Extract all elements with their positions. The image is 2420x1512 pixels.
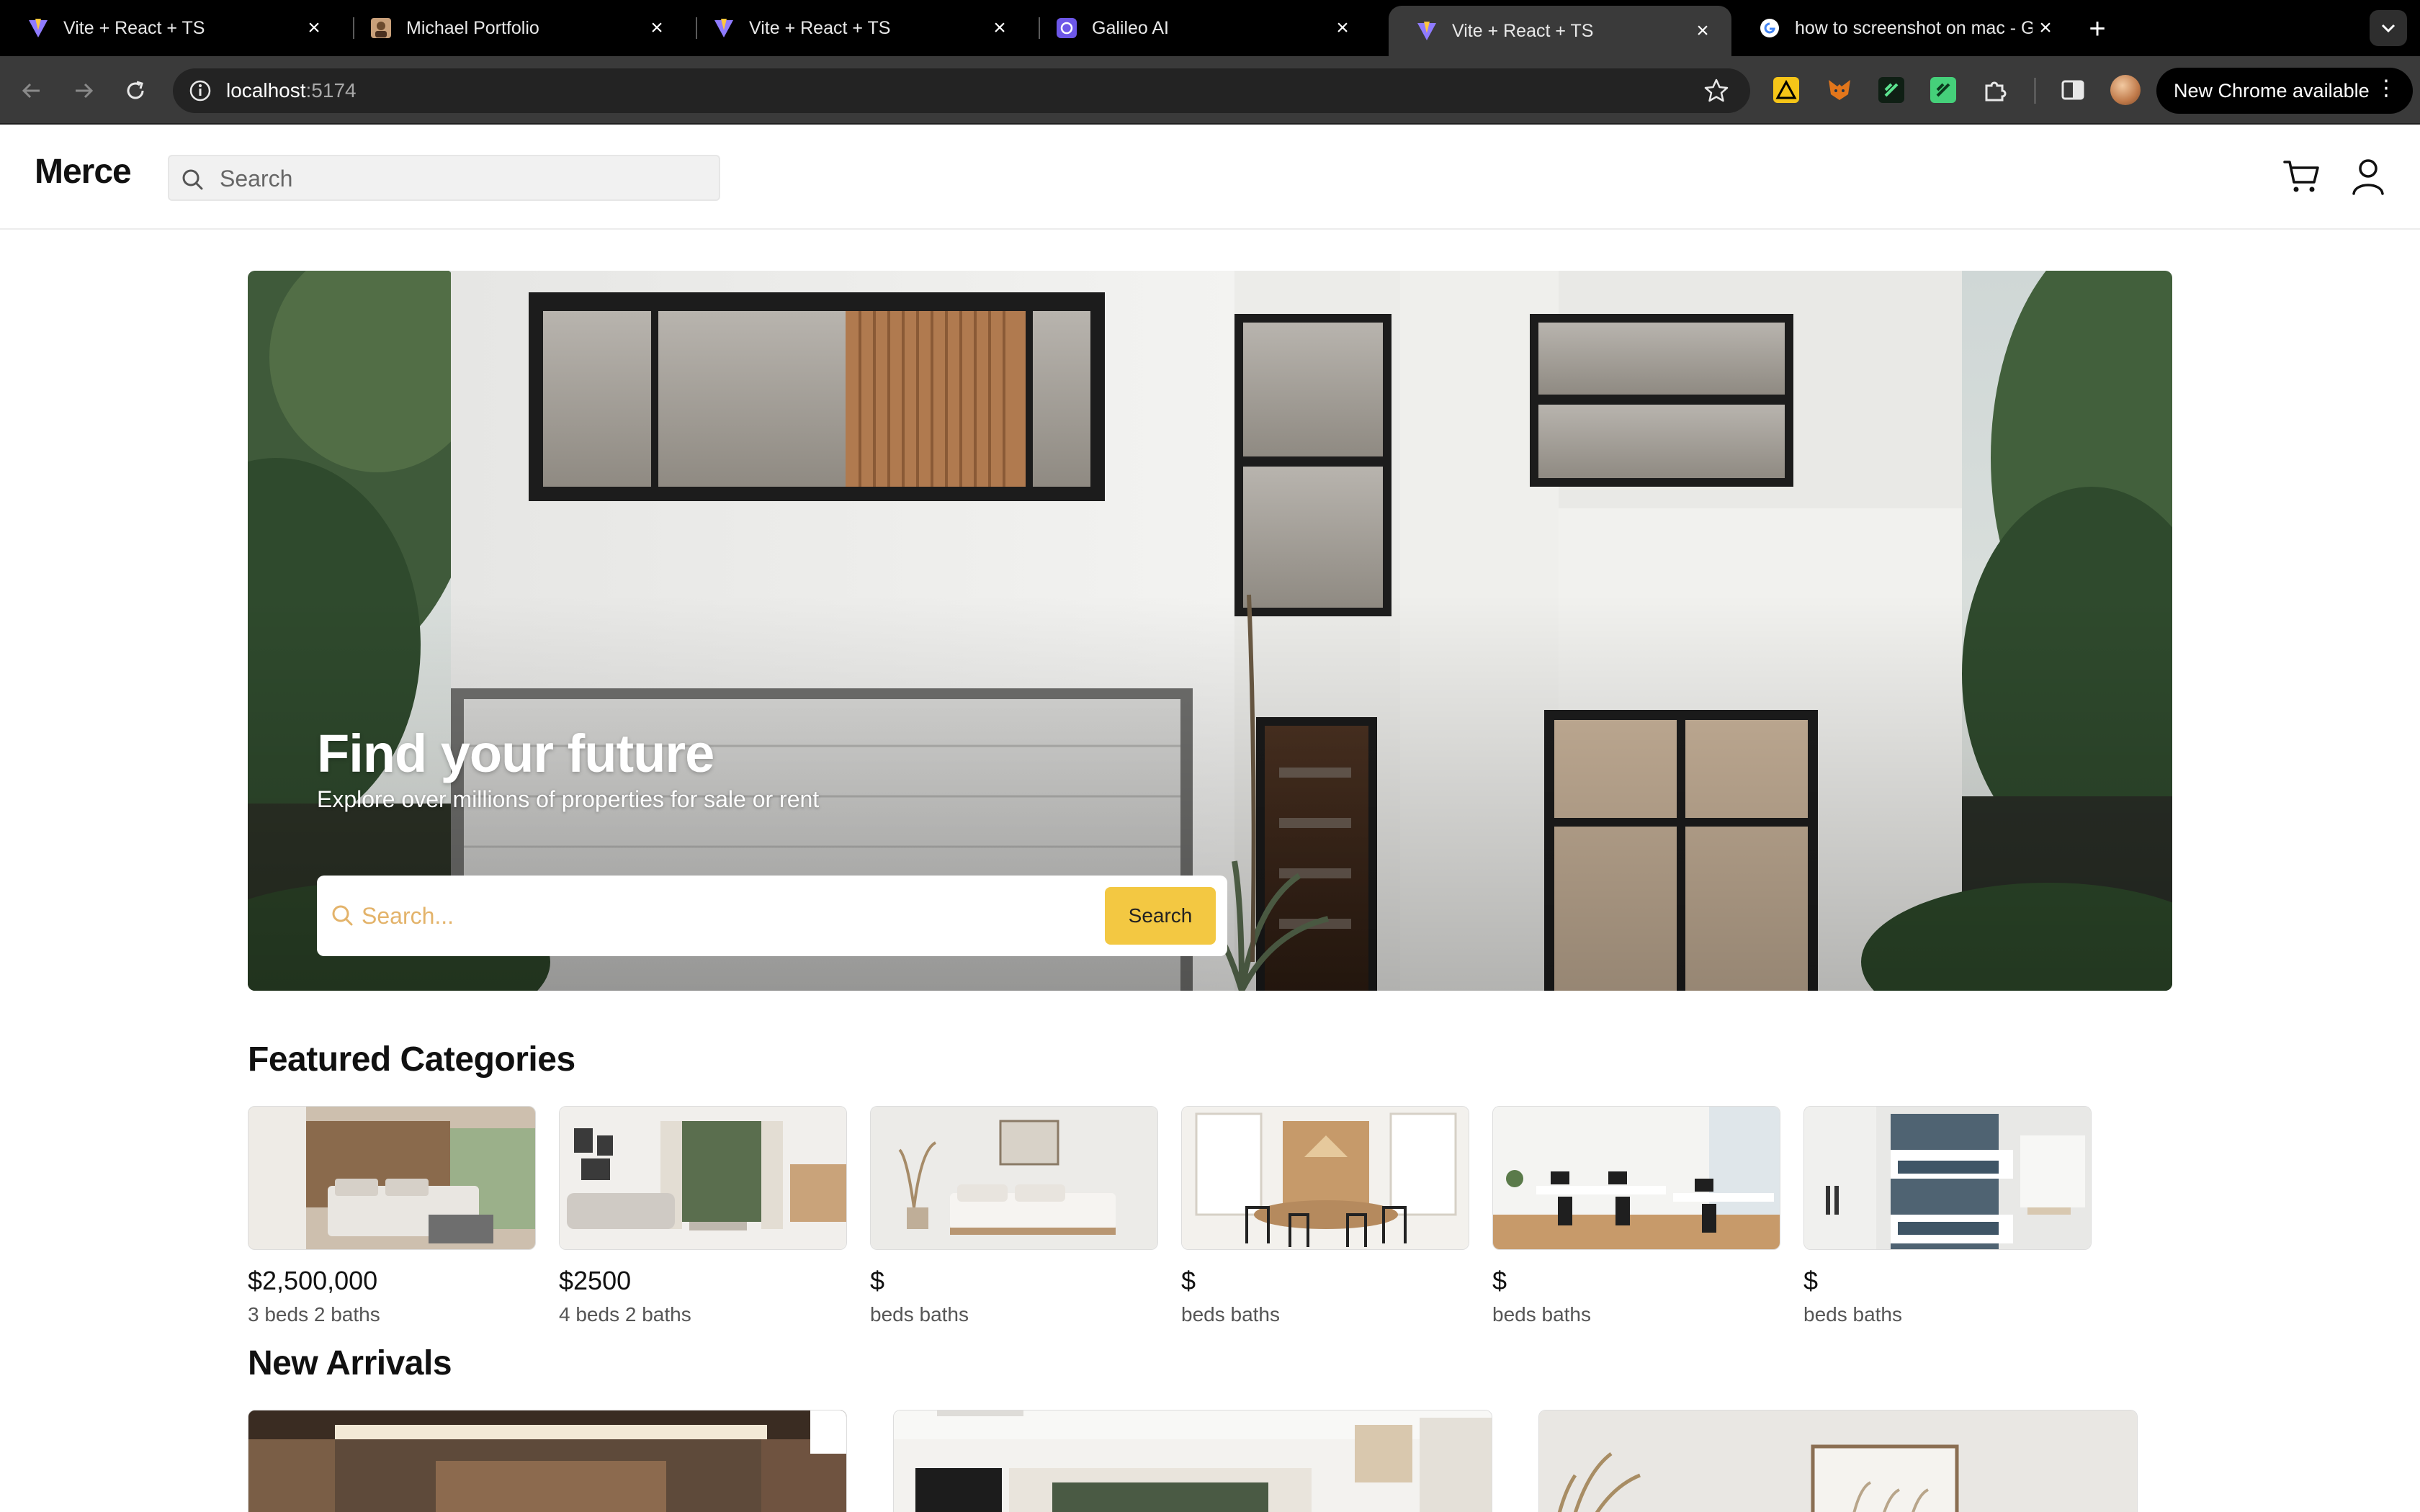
bedroom-photo[interactable] xyxy=(248,1106,536,1250)
header-search[interactable] xyxy=(168,155,720,201)
close-icon[interactable]: × xyxy=(644,15,670,41)
extension-bright-green-icon[interactable] xyxy=(1929,76,1958,104)
toolbar-separator xyxy=(2034,78,2036,104)
category-meta: 3 beds 2 baths xyxy=(248,1303,380,1326)
browser-tab[interactable]: Vite + React + TS × xyxy=(686,6,1028,50)
close-icon[interactable]: × xyxy=(301,15,327,41)
browser-tab-strip: Vite + React + TS × Michael Portfolio × … xyxy=(0,0,2420,56)
google-icon xyxy=(1759,17,1780,39)
arrow-right-icon xyxy=(76,83,94,99)
dining-room-photo[interactable] xyxy=(1181,1106,1469,1250)
chevron-down-icon xyxy=(2381,24,2396,33)
forward-button[interactable] xyxy=(66,73,101,108)
arrival-card[interactable] xyxy=(893,1410,1492,1512)
category-card[interactable]: $2,500,000 3 beds 2 baths xyxy=(248,1106,536,1326)
living-room-photo[interactable] xyxy=(559,1106,847,1250)
side-panel-icon[interactable] xyxy=(2058,76,2087,104)
info-icon[interactable] xyxy=(187,78,213,104)
new-tab-button[interactable]: + xyxy=(2080,12,2115,46)
arrival-card[interactable] xyxy=(1538,1410,2138,1512)
header-search-input[interactable] xyxy=(220,162,709,195)
address-bar[interactable]: localhost:5174 xyxy=(173,68,1750,113)
tab-title: Vite + React + TS xyxy=(749,17,891,38)
category-card[interactable]: $ beds baths xyxy=(1803,1106,2092,1326)
category-card[interactable]: $ beds baths xyxy=(1181,1106,1469,1326)
bookmark-star-icon[interactable] xyxy=(1703,77,1730,104)
bedroom-wall-photo xyxy=(1539,1410,2137,1512)
hero-banner: Find your future Explore over millions o… xyxy=(248,271,2172,991)
category-price: $ xyxy=(1492,1266,1507,1295)
extension-green-icon[interactable] xyxy=(1877,76,1906,104)
bunk-bedroom-photo[interactable] xyxy=(1803,1106,2092,1250)
vite-icon xyxy=(27,17,49,39)
browser-tab[interactable]: Vite + React + TS × xyxy=(0,6,343,50)
browser-tab-active[interactable]: Vite + React + TS × xyxy=(1389,6,1731,56)
url-port: :5174 xyxy=(305,79,357,102)
close-icon[interactable]: × xyxy=(1690,18,1716,44)
hallway-photo xyxy=(248,1410,846,1512)
hero-title: Find your future xyxy=(317,724,714,783)
user-icon[interactable] xyxy=(2349,156,2387,197)
category-meta: beds baths xyxy=(870,1303,969,1326)
browser-tab[interactable]: Michael Portfolio × xyxy=(343,6,686,50)
minimal-bedroom-photo[interactable] xyxy=(870,1106,1158,1250)
category-price: $ xyxy=(1803,1266,1819,1295)
category-card[interactable]: $ beds baths xyxy=(1492,1106,1780,1326)
cart-icon[interactable] xyxy=(2282,156,2322,197)
category-price: $2500 xyxy=(559,1266,632,1295)
category-price: $2,500,000 xyxy=(248,1266,378,1295)
tab-title: Vite + React + TS xyxy=(1452,20,1594,41)
update-chrome-label: New Chrome available xyxy=(2174,79,2370,102)
tab-title: how to screenshot on mac - G xyxy=(1795,17,2033,38)
category-price: $ xyxy=(1181,1266,1196,1295)
hero-search-bar: Search xyxy=(317,876,1227,956)
tab-search-button[interactable] xyxy=(2370,10,2407,46)
browser-toolbar: localhost:5174 New Chrome available ⋮ xyxy=(0,56,2420,125)
hero-search-input[interactable] xyxy=(362,896,1082,936)
reload-button[interactable] xyxy=(118,73,153,108)
update-chrome-button[interactable]: New Chrome available ⋮ xyxy=(2156,68,2413,114)
extensions-puzzle-icon[interactable] xyxy=(1981,76,2009,104)
search-icon xyxy=(332,905,353,926)
galileo-icon xyxy=(1056,17,1077,39)
close-icon[interactable]: × xyxy=(2033,15,2058,41)
tab-title: Michael Portfolio xyxy=(406,17,539,38)
hero-search-button[interactable]: Search xyxy=(1105,887,1216,945)
category-card[interactable]: $2500 4 beds 2 baths xyxy=(559,1106,847,1326)
hero-subtitle: Explore over millions of properties for … xyxy=(317,786,820,812)
category-meta: beds baths xyxy=(1181,1303,1280,1326)
tab-title: Vite + React + TS xyxy=(63,17,205,38)
vite-icon xyxy=(1416,20,1438,42)
featured-categories-title: Featured Categories xyxy=(248,1040,575,1079)
site-logo[interactable]: Merce xyxy=(35,152,132,192)
profile-avatar[interactable] xyxy=(2110,75,2141,105)
category-meta: 4 beds 2 baths xyxy=(559,1303,691,1326)
browser-tab[interactable]: how to screenshot on mac - G × xyxy=(1731,6,2074,50)
back-button[interactable] xyxy=(14,73,49,108)
metamask-fox-icon[interactable] xyxy=(1825,76,1854,104)
more-menu-icon[interactable]: ⋮ xyxy=(2375,78,2397,99)
extension-warning-icon[interactable] xyxy=(1772,76,1801,104)
url-host: localhost xyxy=(226,79,306,102)
browser-tab[interactable]: Galileo AI × xyxy=(1028,6,1371,50)
office-photo[interactable] xyxy=(1492,1106,1780,1250)
url-text[interactable]: localhost:5174 xyxy=(226,79,357,102)
category-price: $ xyxy=(870,1266,885,1295)
arrow-left-icon xyxy=(22,83,40,99)
category-card[interactable]: $ beds baths xyxy=(870,1106,1158,1326)
portfolio-icon xyxy=(370,17,392,39)
category-meta: beds baths xyxy=(1492,1303,1591,1326)
reload-icon xyxy=(127,81,144,99)
close-icon[interactable]: × xyxy=(1330,15,1355,41)
category-meta: beds baths xyxy=(1803,1303,1902,1326)
site-header: Merce xyxy=(0,125,2420,230)
kitchen-photo xyxy=(894,1410,1492,1512)
new-arrivals-title: New Arrivals xyxy=(248,1344,452,1382)
arrival-card[interactable] xyxy=(248,1410,847,1512)
vite-icon xyxy=(713,17,735,39)
close-icon[interactable]: × xyxy=(987,15,1013,41)
search-icon xyxy=(182,169,203,190)
tab-title: Galileo AI xyxy=(1092,17,1170,38)
